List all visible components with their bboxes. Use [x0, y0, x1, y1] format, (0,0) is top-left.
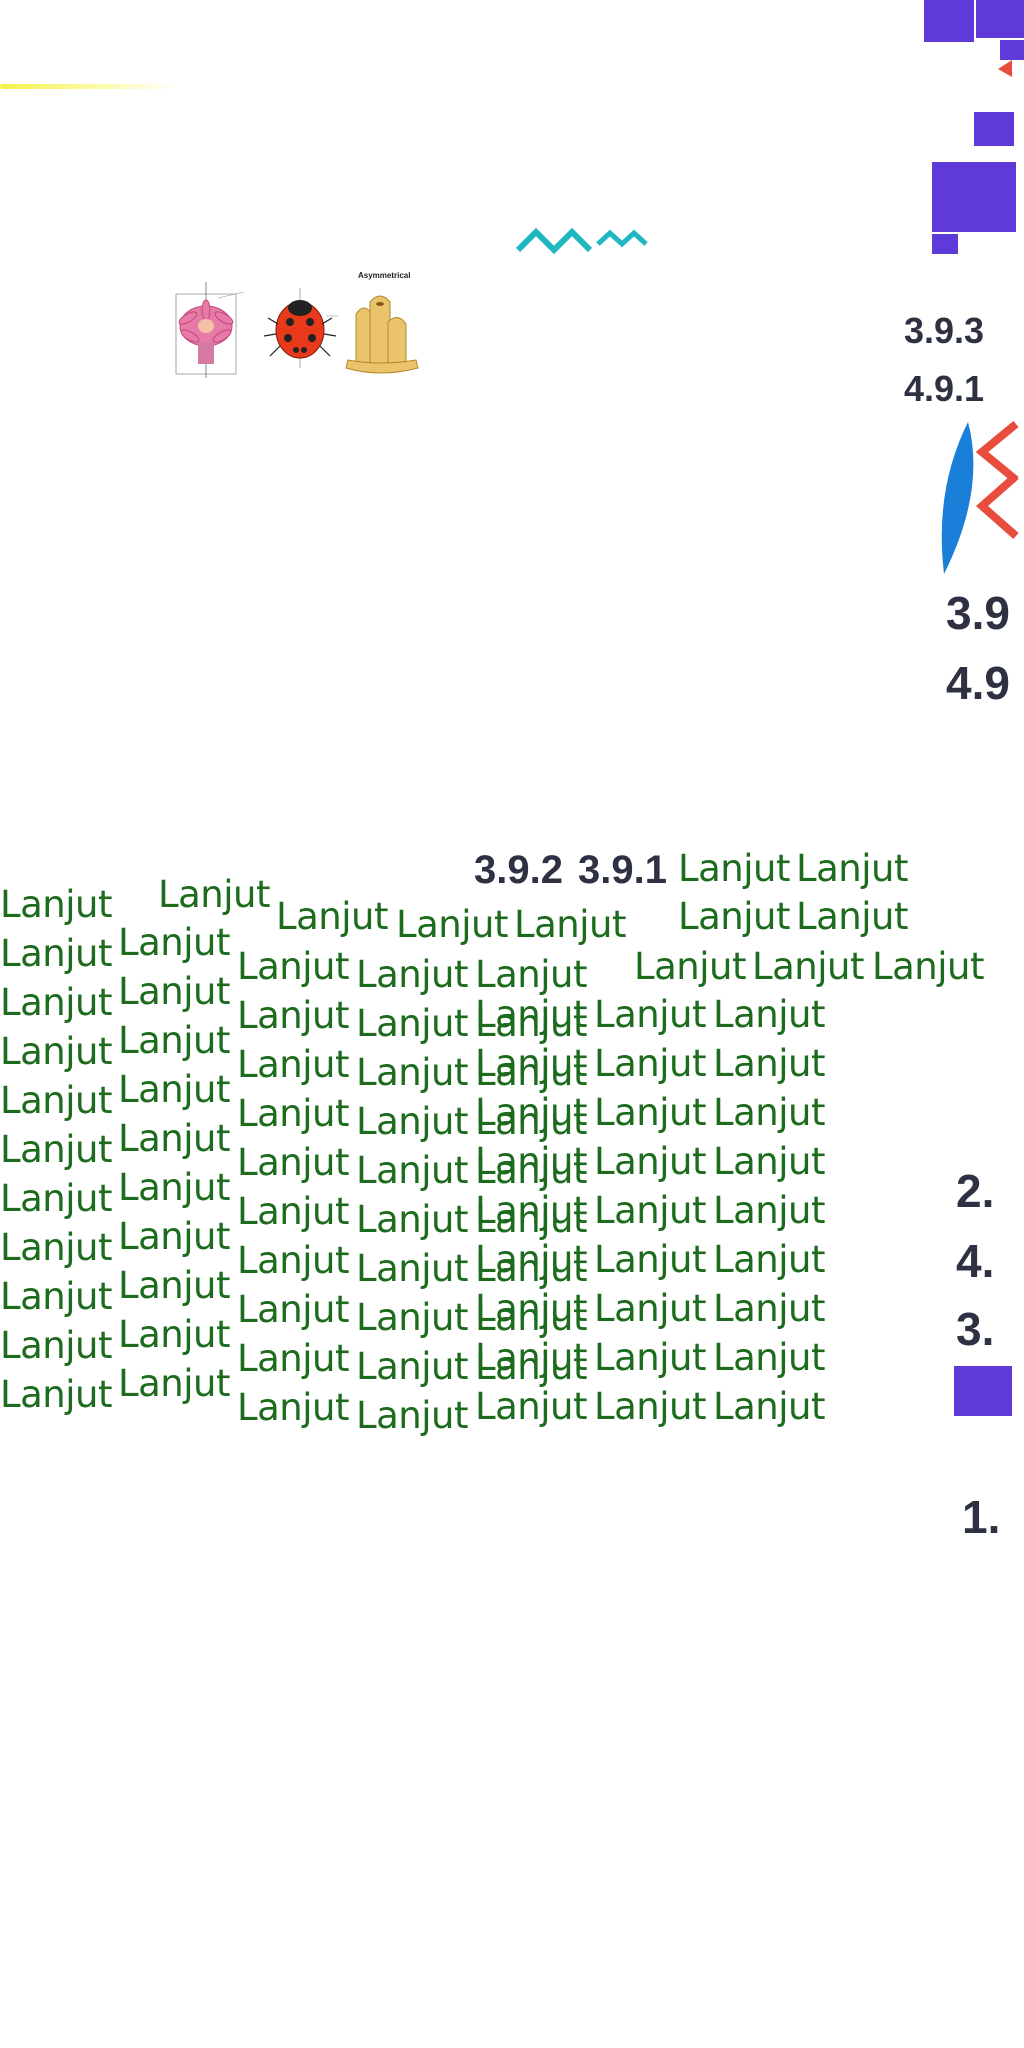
continue-button[interactable]: Lanjut	[872, 948, 984, 985]
continue-button[interactable]: Lanjut	[594, 1339, 706, 1376]
continue-button[interactable]: Lanjut	[796, 898, 908, 935]
continue-button[interactable]: Lanjut	[678, 898, 790, 935]
continue-button[interactable]: Lanjut	[475, 1290, 587, 1327]
continue-button[interactable]: Lanjut	[514, 906, 626, 943]
continue-button[interactable]: Lanjut	[713, 1339, 825, 1376]
continue-button[interactable]: Lanjut	[594, 1094, 706, 1131]
continue-button[interactable]: Lanjut	[237, 948, 349, 985]
continue-button[interactable]: Lanjut	[118, 1071, 230, 1108]
continue-button[interactable]: Lanjut	[0, 935, 112, 972]
continue-button[interactable]: Lanjut	[594, 996, 706, 1033]
continue-button[interactable]: Lanjut	[475, 996, 587, 1033]
continue-button[interactable]: Lanjut	[713, 1143, 825, 1180]
continue-button[interactable]: Lanjut	[475, 1045, 587, 1082]
continue-button[interactable]: Lanjut	[237, 1242, 349, 1279]
continue-button[interactable]: Lanjut	[356, 956, 468, 993]
continue-button[interactable]: Lanjut	[237, 1291, 349, 1328]
continue-button[interactable]: Lanjut	[713, 1192, 825, 1229]
continue-button[interactable]: Lanjut	[118, 1218, 230, 1255]
continue-button[interactable]: Lanjut	[0, 1229, 112, 1266]
continue-button[interactable]: Lanjut	[475, 1339, 587, 1376]
continue-button[interactable]: Lanjut	[118, 1316, 230, 1353]
continue-button[interactable]: Lanjut	[276, 898, 388, 935]
continue-button[interactable]: Lanjut	[475, 1241, 587, 1278]
continue-button[interactable]: Lanjut	[713, 1241, 825, 1278]
continue-button[interactable]: Lanjut	[356, 1299, 468, 1336]
continue-button[interactable]: Lanjut	[118, 1022, 230, 1059]
continue-button[interactable]: Lanjut	[634, 948, 746, 985]
continue-button[interactable]: Lanjut	[752, 948, 864, 985]
continue-button[interactable]: Lanjut	[594, 1388, 706, 1425]
continue-button[interactable]: Lanjut	[594, 1045, 706, 1082]
continue-button-grid: Lanjut Lanjut Lanjut Lanjut Lanjut Lanjut Lanj…	[0, 0, 1024, 2048]
continue-button[interactable]: Lanjut	[475, 1094, 587, 1131]
continue-button[interactable]: Lanjut	[237, 1193, 349, 1230]
continue-button[interactable]: Lanjut	[118, 1120, 230, 1157]
continue-button[interactable]: Lanjut	[118, 924, 230, 961]
continue-button[interactable]: Lanjut	[118, 1169, 230, 1206]
continue-button[interactable]: Lanjut	[0, 1131, 112, 1168]
continue-button[interactable]: Lanjut	[237, 1095, 349, 1132]
continue-button[interactable]: Lanjut	[0, 1278, 112, 1315]
continue-button[interactable]: Lanjut	[396, 906, 508, 943]
continue-button[interactable]: Lanjut	[713, 1045, 825, 1082]
continue-button[interactable]: Lanjut	[0, 886, 112, 923]
continue-button[interactable]: Lanjut	[356, 1054, 468, 1091]
continue-button[interactable]: Lanjut	[713, 996, 825, 1033]
continue-button[interactable]: Lanjut	[118, 1365, 230, 1402]
continue-button[interactable]: Lanjut	[356, 1201, 468, 1238]
continue-button[interactable]: Lanjut	[356, 1250, 468, 1287]
continue-button[interactable]: Lanjut	[713, 1094, 825, 1131]
continue-button[interactable]: Lanjut	[594, 1143, 706, 1180]
continue-button[interactable]: Lanjut	[356, 1348, 468, 1385]
continue-button[interactable]: Lanjut	[475, 956, 587, 993]
continue-button[interactable]: Lanjut	[0, 984, 112, 1021]
continue-button[interactable]: Lanjut	[158, 876, 270, 913]
continue-button[interactable]: Lanjut	[237, 1389, 349, 1426]
continue-button[interactable]: Lanjut	[475, 1192, 587, 1229]
continue-button[interactable]: Lanjut	[796, 850, 908, 887]
continue-button[interactable]: Lanjut	[594, 1241, 706, 1278]
continue-button[interactable]: Lanjut	[0, 1033, 112, 1070]
continue-button[interactable]: Lanjut	[475, 1143, 587, 1180]
continue-button[interactable]: Lanjut	[356, 1152, 468, 1189]
continue-button[interactable]: Lanjut	[0, 1376, 112, 1413]
continue-button[interactable]: Lanjut	[0, 1180, 112, 1217]
continue-button[interactable]: Lanjut	[237, 1046, 349, 1083]
continue-button[interactable]: Lanjut	[0, 1082, 112, 1119]
continue-button[interactable]: Lanjut	[356, 1005, 468, 1042]
continue-button[interactable]: Lanjut	[475, 1388, 587, 1425]
continue-button[interactable]: Lanjut	[118, 973, 230, 1010]
continue-button[interactable]: Lanjut	[594, 1290, 706, 1327]
continue-button[interactable]: Lanjut	[713, 1388, 825, 1425]
continue-button[interactable]: Lanjut	[594, 1192, 706, 1229]
continue-button[interactable]: Lanjut	[237, 1144, 349, 1181]
continue-button[interactable]: Lanjut	[678, 850, 790, 887]
continue-button[interactable]: Lanjut	[0, 1327, 112, 1364]
continue-button[interactable]: Lanjut	[356, 1103, 468, 1140]
continue-button[interactable]: Lanjut	[237, 997, 349, 1034]
continue-button[interactable]: Lanjut	[118, 1267, 230, 1304]
continue-button[interactable]: Lanjut	[356, 1397, 468, 1434]
continue-button[interactable]: Lanjut	[713, 1290, 825, 1327]
continue-button[interactable]: Lanjut	[237, 1340, 349, 1377]
